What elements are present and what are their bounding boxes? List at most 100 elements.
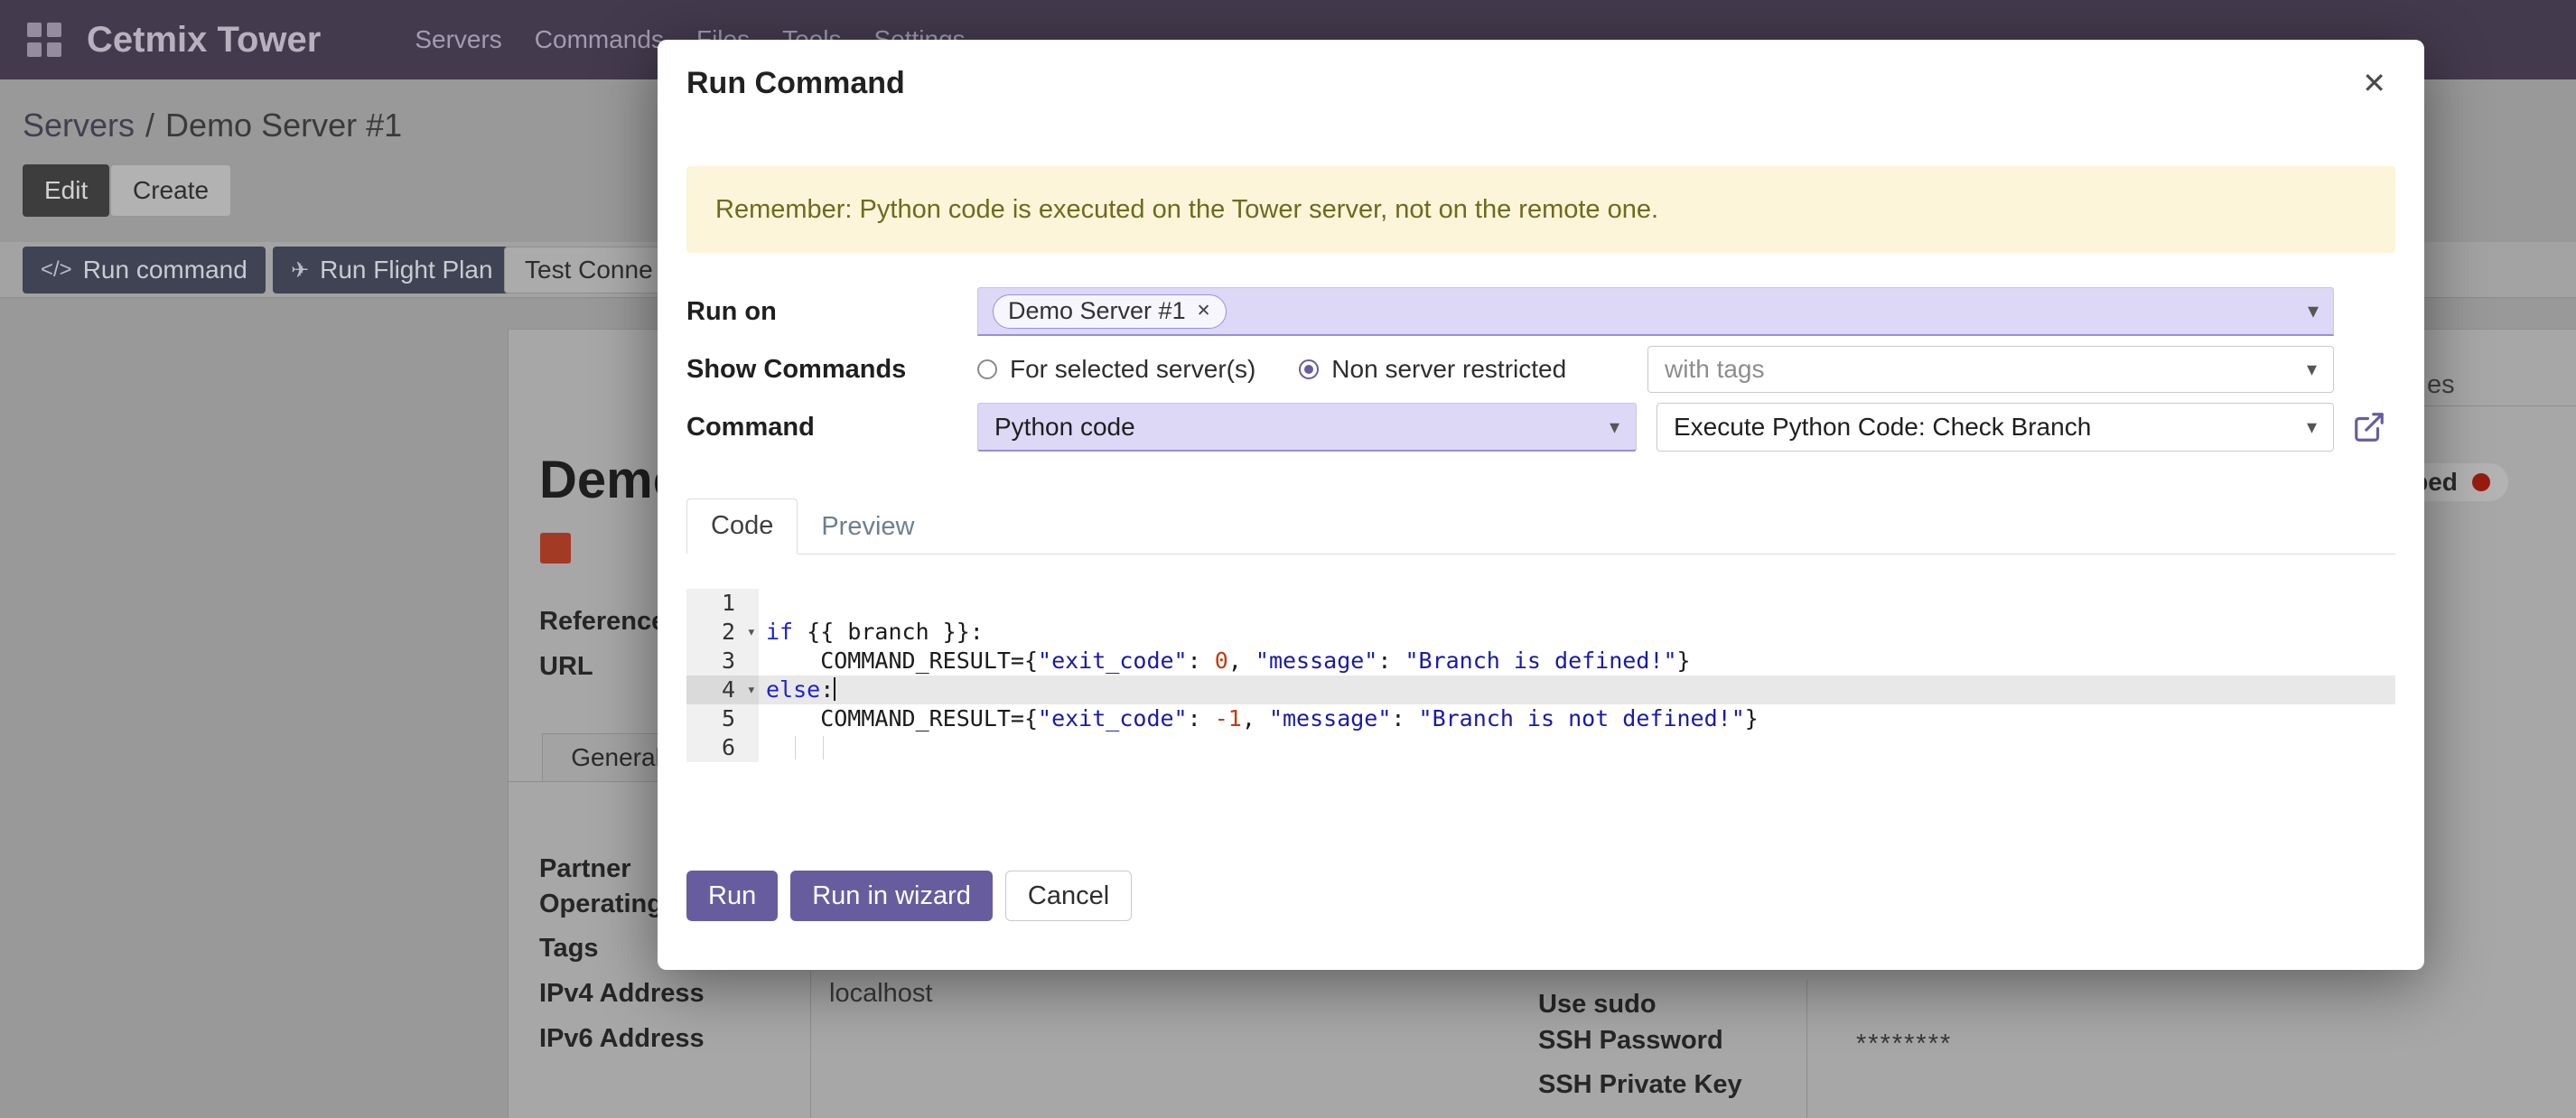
code-token: else: [766, 676, 820, 703]
run-command-button[interactable]: </> Run command: [23, 247, 266, 293]
radio-unchecked-icon[interactable]: [977, 359, 997, 379]
reference-label: Reference: [539, 607, 666, 637]
radio-checked-icon[interactable]: [1299, 359, 1319, 379]
code-line[interactable]: 5 COMMAND_RESULT={"exit_code": -1, "mess…: [686, 704, 2395, 733]
radio-non-server-restricted[interactable]: Non server restricted: [1299, 355, 1566, 384]
code-token: -1: [1215, 705, 1242, 731]
code-line[interactable]: 2▾if {{ branch }}:: [686, 618, 2395, 647]
modal-footer: Run Run in wizard Cancel: [686, 871, 2395, 921]
with-tags-select[interactable]: with tags ▾: [1647, 346, 2334, 393]
close-icon[interactable]: ✕: [2353, 63, 2395, 103]
breadcrumb-current: Demo Server #1: [165, 107, 402, 144]
code-line[interactable]: 3 COMMAND_RESULT={"exit_code": 0, "messa…: [686, 647, 2395, 675]
cancel-button[interactable]: Cancel: [1005, 871, 1132, 921]
code-line[interactable]: 4▾else:: [686, 675, 2395, 704]
command-value: Execute Python Code: Check Branch: [1674, 413, 2091, 442]
code-token: }: [1745, 705, 1759, 731]
status-stopped-dot-icon: [2472, 473, 2490, 491]
server-tag-chip[interactable]: Demo Server #1 ✕: [993, 294, 1227, 329]
command-type-select[interactable]: Python code ▾: [977, 403, 1637, 452]
command-select[interactable]: Execute Python Code: Check Branch ▾: [1657, 403, 2334, 452]
remove-tag-icon[interactable]: ✕: [1197, 301, 1211, 321]
radio-non-server-restricted-label: Non server restricted: [1331, 355, 1566, 384]
run-flight-plan-label: Run Flight Plan: [320, 256, 492, 284]
gutter-line-number[interactable]: 5: [686, 704, 759, 733]
run-on-tags-field[interactable]: Demo Server #1 ✕ ▾: [977, 287, 2334, 336]
code-token: :: [1188, 648, 1215, 674]
show-commands-label: Show Commands: [686, 355, 977, 385]
nav-item-commands[interactable]: Commands: [535, 25, 664, 54]
code-token: "message": [1269, 705, 1391, 731]
code-token: ,: [1228, 648, 1255, 674]
column-divider-right: [1806, 980, 1807, 1118]
server-color-swatch: [540, 533, 571, 564]
run-in-wizard-button[interactable]: Run in wizard: [790, 871, 993, 921]
modal-tab-bar: Code Preview: [686, 497, 2395, 554]
code-icon: </>: [41, 257, 72, 283]
breadcrumb-servers[interactable]: Servers: [23, 107, 135, 144]
nav-item-servers[interactable]: Servers: [415, 25, 501, 54]
gutter-line-number[interactable]: 4▾: [686, 675, 759, 704]
column-divider-left: [810, 971, 811, 1118]
code-token: "Branch is not defined!": [1419, 705, 1745, 731]
ipv6-label: IPv6 Address: [539, 1024, 705, 1054]
code-line-content[interactable]: [759, 589, 2395, 618]
breadcrumb: Servers/Demo Server #1: [23, 107, 402, 144]
fold-arrow-icon[interactable]: ▾: [747, 675, 756, 704]
app-brand[interactable]: Cetmix Tower: [87, 20, 321, 61]
code-token: :: [1391, 705, 1418, 731]
gutter-line-number[interactable]: 1: [686, 589, 759, 618]
chevron-down-icon[interactable]: ▾: [2307, 358, 2317, 381]
code-editor[interactable]: 12▾if {{ branch }}:3 COMMAND_RESULT={"ex…: [686, 589, 2395, 762]
code-token: COMMAND_RESULT={: [766, 705, 1038, 731]
partner-label: Partner: [539, 854, 631, 884]
fold-arrow-icon[interactable]: ▾: [747, 618, 756, 647]
code-line-content[interactable]: COMMAND_RESULT={"exit_code": -1, "messag…: [759, 704, 2395, 733]
command-type-value: Python code: [994, 413, 1135, 442]
tab-preview[interactable]: Preview: [798, 500, 938, 554]
run-command-label: Run command: [83, 256, 247, 284]
edit-button[interactable]: Edit: [23, 164, 109, 217]
code-line-content[interactable]: [759, 733, 2395, 762]
warning-alert-text: Remember: Python code is executed on the…: [715, 195, 1658, 225]
code-line[interactable]: 1: [686, 589, 2395, 618]
code-token: :: [1377, 648, 1405, 674]
external-link-icon[interactable]: [2352, 410, 2386, 444]
server-tag-label: Demo Server #1: [1008, 297, 1186, 325]
code-token: "exit_code": [1038, 648, 1188, 674]
run-button[interactable]: Run: [686, 871, 778, 921]
code-token: ,: [1242, 705, 1269, 731]
code-line-content[interactable]: COMMAND_RESULT={"exit_code": 0, "message…: [759, 647, 2395, 675]
url-label: URL: [539, 652, 593, 682]
code-token: {{ branch }}:: [793, 619, 984, 645]
code-token: "message": [1255, 648, 1377, 674]
code-line-content[interactable]: else:: [759, 675, 2395, 704]
run-on-label: Run on: [686, 297, 977, 327]
tags-label: Tags: [539, 934, 599, 964]
command-label: Command: [686, 413, 977, 443]
chevron-down-icon[interactable]: ▾: [2307, 415, 2317, 439]
code-token: }: [1677, 648, 1691, 674]
code-token: :: [1188, 705, 1215, 731]
radio-for-selected-servers[interactable]: For selected server(s): [977, 355, 1255, 384]
run-flight-plan-button[interactable]: ✈ Run Flight Plan: [273, 247, 511, 293]
test-connection-button[interactable]: Test Conne: [504, 247, 674, 293]
ipv4-label: IPv4 Address: [539, 979, 705, 1009]
gutter-line-number[interactable]: 6: [686, 733, 759, 762]
tab-code[interactable]: Code: [686, 498, 798, 554]
create-button[interactable]: Create: [110, 164, 231, 217]
notes-tab-divider: [2424, 405, 2576, 406]
code-line-content[interactable]: if {{ branch }}:: [759, 618, 2395, 647]
apps-grid-icon[interactable]: [27, 23, 61, 57]
run-command-modal: Run Command ✕ Remember: Python code is e…: [658, 40, 2424, 970]
chevron-down-icon[interactable]: ▾: [2308, 298, 2319, 324]
code-token: COMMAND_RESULT={: [766, 648, 1038, 674]
run-on-row: Run on Demo Server #1 ✕ ▾: [686, 287, 2395, 336]
chevron-down-icon[interactable]: ▾: [1610, 415, 1619, 439]
code-token: :: [820, 676, 834, 703]
code-line[interactable]: 6: [686, 733, 2395, 762]
ssh-password-value: ********: [1856, 1029, 1952, 1059]
gutter-line-number[interactable]: 3: [686, 647, 759, 675]
operating-system-label: Operating: [539, 890, 663, 919]
gutter-line-number[interactable]: 2▾: [686, 618, 759, 647]
